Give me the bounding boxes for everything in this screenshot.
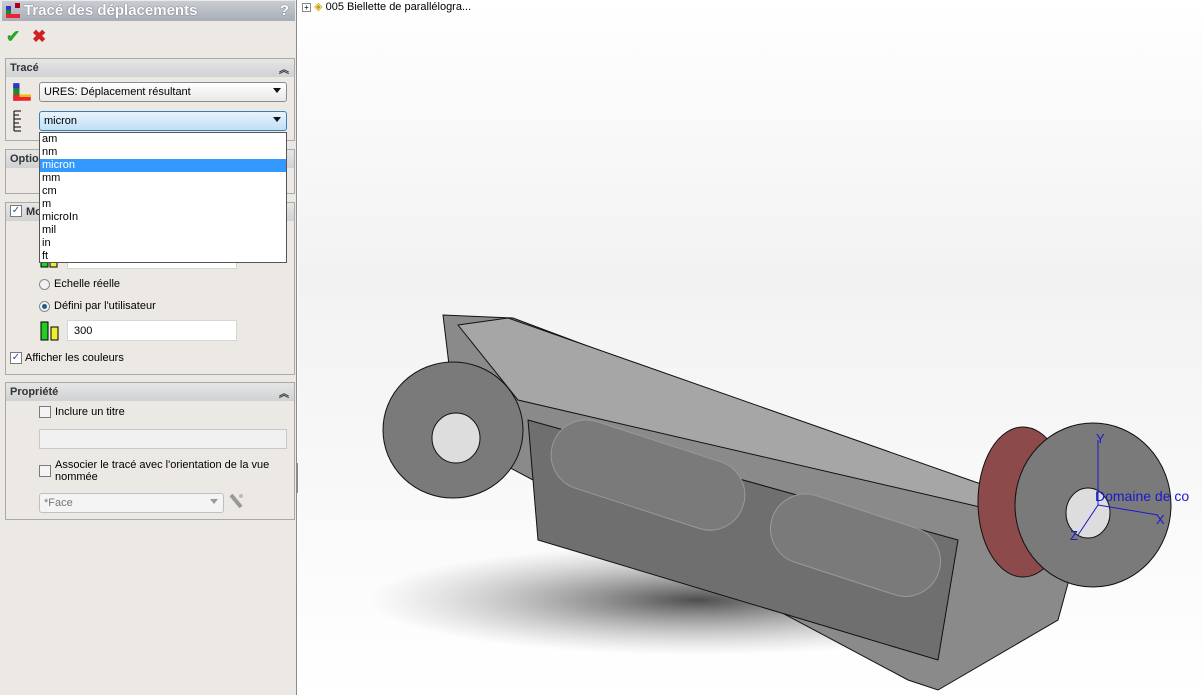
- cancel-button[interactable]: ✖: [32, 27, 46, 47]
- result-type-value: URES: Déplacement résultant: [44, 86, 191, 98]
- property-group-title: Propriété: [10, 386, 59, 398]
- unit-option-selected[interactable]: micron: [40, 159, 286, 172]
- trace-group-title: Tracé: [10, 62, 39, 74]
- unit-option[interactable]: m: [40, 198, 286, 211]
- chevron-down-icon: [273, 117, 281, 122]
- displacement-plot-icon: [6, 3, 20, 18]
- unit-option[interactable]: mil: [40, 224, 286, 237]
- axis-y-label: Y: [1096, 431, 1105, 446]
- unit-value: micron: [44, 115, 78, 127]
- part-name: 005 Biellette de parallélogra...: [325, 1, 472, 13]
- collapse-icon[interactable]: ︽: [279, 385, 289, 400]
- scale-factor-input[interactable]: 300: [67, 320, 237, 341]
- true-scale-radio[interactable]: [39, 279, 50, 290]
- unit-option[interactable]: ft: [40, 250, 286, 263]
- expand-icon[interactable]: +: [302, 3, 311, 12]
- unit-option[interactable]: nm: [40, 146, 286, 159]
- unit-dropdown-list[interactable]: am nm micron mm cm m microIn mil in ft: [39, 132, 287, 263]
- true-scale-label: Echelle réelle: [54, 278, 121, 290]
- chevron-down-icon: [273, 88, 281, 93]
- graphics-viewport[interactable]: Y X Z Domaine de co: [298, 0, 1202, 695]
- left-hole: [431, 412, 481, 464]
- unit-option[interactable]: microIn: [40, 211, 286, 224]
- ok-button[interactable]: ✔: [6, 27, 20, 47]
- help-icon[interactable]: ?: [280, 2, 289, 19]
- part-model: [368, 314, 1172, 691]
- property-group-header[interactable]: Propriété ︽: [6, 383, 294, 401]
- show-colors-label: Afficher les couleurs: [25, 352, 124, 364]
- title-input[interactable]: [39, 429, 287, 449]
- deformed-shape-checkbox[interactable]: ✓: [10, 205, 22, 217]
- property-manager-panel: Tracé des déplacements ? ✔ ✖ Tracé ︽ URES…: [0, 0, 297, 695]
- named-view-value: *Face: [44, 497, 73, 509]
- unit-option[interactable]: cm: [40, 185, 286, 198]
- options-group-title: Optio: [10, 153, 39, 165]
- show-colors-checkbox[interactable]: ✓: [10, 352, 22, 364]
- axis-x-label: X: [1156, 512, 1165, 527]
- result-type-icon: [13, 83, 31, 101]
- named-view-select[interactable]: *Face: [39, 493, 224, 513]
- include-title-label: Inclure un titre: [55, 406, 125, 418]
- panel-title-bar: Tracé des déplacements ?: [2, 1, 295, 21]
- axis-z-label: Z: [1070, 528, 1078, 543]
- scale-factor-icon: [40, 321, 59, 341]
- part-icon: ◈: [314, 1, 323, 13]
- panel-title: Tracé des déplacements: [24, 2, 198, 19]
- associate-view-checkbox[interactable]: [39, 465, 51, 477]
- user-defined-radio[interactable]: [39, 301, 50, 312]
- include-title-checkbox[interactable]: [39, 406, 51, 418]
- unit-option[interactable]: in: [40, 237, 286, 250]
- ruler-icon: [13, 110, 21, 132]
- unit-option[interactable]: am: [40, 133, 286, 146]
- collapse-icon[interactable]: ︽: [279, 61, 289, 76]
- user-defined-label: Défini par l'utilisateur: [54, 300, 156, 312]
- unit-option[interactable]: mm: [40, 172, 286, 185]
- result-type-select[interactable]: URES: Déplacement résultant: [39, 82, 287, 102]
- associate-view-label: Associer le tracé avec l'orientation de …: [55, 459, 270, 483]
- feature-tree-item[interactable]: + ◈ 005 Biellette de parallélogra...: [302, 0, 471, 13]
- unit-select[interactable]: micron: [39, 111, 287, 131]
- coordinate-system-label: Domaine de co: [1095, 488, 1190, 504]
- view-orientation-icon[interactable]: [228, 492, 244, 510]
- chevron-down-icon: [210, 499, 218, 504]
- trace-group-header[interactable]: Tracé ︽: [6, 59, 294, 77]
